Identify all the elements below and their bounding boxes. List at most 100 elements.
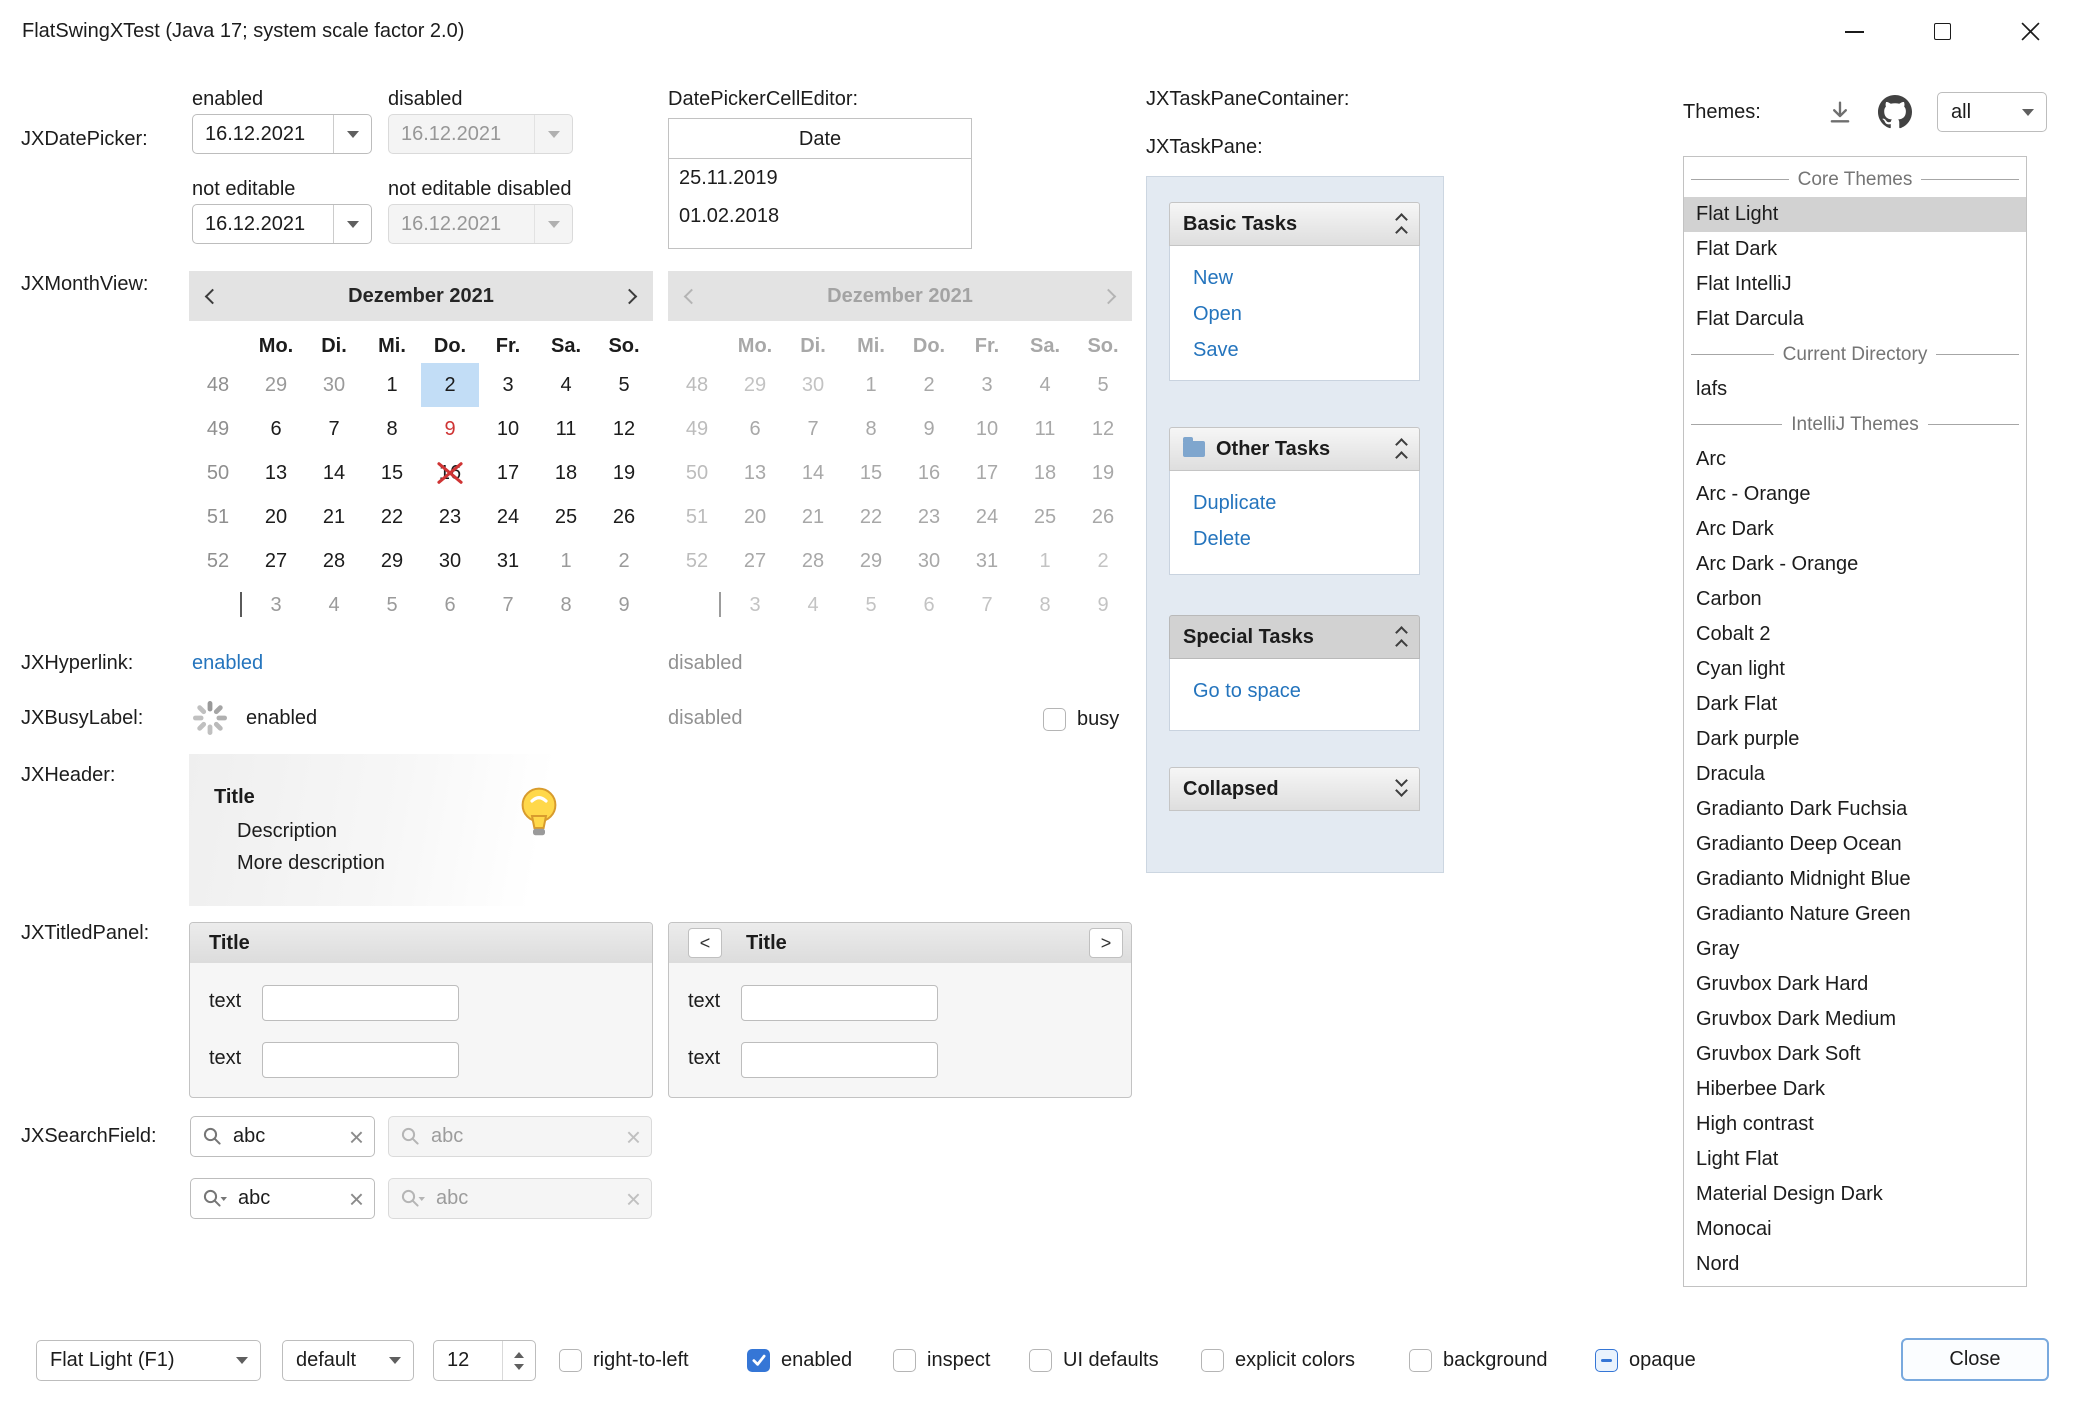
day-cell[interactable]: 29 (363, 539, 421, 583)
day-cell[interactable]: 6 (421, 583, 479, 627)
theme-item[interactable]: Dracula (1684, 757, 2026, 792)
day-cell[interactable]: 10 (479, 407, 537, 451)
checkbox-opaque[interactable]: opaque (1595, 1347, 1696, 1373)
theme-item[interactable]: Gradianto Dark Fuchsia (1684, 792, 2026, 827)
checkbox-right-to-left[interactable]: right-to-left (559, 1347, 689, 1373)
theme-item[interactable]: Gruvbox Dark Soft (1684, 1037, 2026, 1072)
day-cell[interactable]: 14 (305, 451, 363, 495)
checkbox-inspect[interactable]: inspect (893, 1347, 990, 1373)
theme-item[interactable]: Light Flat (1684, 1142, 2026, 1177)
theme-item[interactable]: Arc - Orange (1684, 477, 2026, 512)
expand-chevron-icon[interactable] (1397, 779, 1406, 799)
day-cell[interactable]: 3 (247, 583, 305, 627)
spinner-buttons[interactable] (502, 1341, 535, 1380)
checkbox-explicit-colors[interactable]: explicit colors (1201, 1347, 1355, 1373)
day-cell[interactable]: 22 (363, 495, 421, 539)
text-field[interactable] (741, 1042, 938, 1078)
checkbox-background[interactable]: background (1409, 1347, 1548, 1373)
theme-item[interactable]: Flat Dark (1684, 232, 2026, 267)
day-cell[interactable]: 4 (537, 363, 595, 407)
datepicker-dropdown-button[interactable] (333, 205, 371, 243)
theme-item[interactable]: Gruvbox Dark Hard (1684, 967, 2026, 1002)
clear-icon[interactable]: × (349, 1189, 364, 1209)
search-input[interactable]: abc (238, 1187, 339, 1210)
theme-item[interactable]: Arc (1684, 442, 2026, 477)
day-cell[interactable]: 30 (421, 539, 479, 583)
day-cell[interactable]: 26 (595, 495, 653, 539)
day-cell[interactable]: 27 (247, 539, 305, 583)
download-icon[interactable] (1826, 98, 1854, 126)
taskpane-header[interactable]: Special Tasks (1169, 615, 1420, 659)
day-cell[interactable]: 9 (595, 583, 653, 627)
hyperlink-enabled[interactable]: enabled (192, 650, 263, 677)
close-window-button[interactable] (1986, 0, 2074, 63)
day-cell[interactable]: 17 (479, 451, 537, 495)
prev-month-button[interactable] (207, 291, 218, 302)
table-row[interactable]: 25.11.2019 (669, 159, 971, 197)
search-input[interactable]: abc (233, 1125, 339, 1148)
theme-item[interactable]: Cobalt 2 (1684, 617, 2026, 652)
day-cell[interactable]: 7 (479, 583, 537, 627)
datepicker-enabled[interactable]: 16.12.2021 (192, 114, 372, 154)
theme-item[interactable]: Gradianto Deep Ocean (1684, 827, 2026, 862)
day-cell[interactable]: 2 (421, 363, 479, 407)
themes-filter-combobox[interactable]: all (1937, 92, 2047, 132)
day-cell[interactable]: 5 (363, 583, 421, 627)
day-cell[interactable]: 3 (479, 363, 537, 407)
font-combobox[interactable]: default (282, 1340, 414, 1381)
taskpane-link[interactable]: Delete (1193, 521, 1419, 557)
theme-item[interactable]: Dark Flat (1684, 687, 2026, 722)
theme-item[interactable]: Gradianto Midnight Blue (1684, 862, 2026, 897)
day-cell[interactable]: 31 (479, 539, 537, 583)
theme-item[interactable]: Cyan light (1684, 652, 2026, 687)
table-row[interactable]: 01.02.2018 (669, 197, 971, 235)
collapse-chevron-icon[interactable] (1397, 436, 1406, 462)
day-cell[interactable]: 30 (305, 363, 363, 407)
theme-item[interactable]: Monocai (1684, 1212, 2026, 1247)
font-size-spinner[interactable]: 12 (433, 1340, 536, 1381)
theme-item[interactable]: Material Design Dark (1684, 1177, 2026, 1212)
day-cell[interactable]: 8 (537, 583, 595, 627)
theme-item[interactable]: Hiberbee Dark (1684, 1072, 2026, 1107)
taskpane-link[interactable]: Duplicate (1193, 485, 1419, 521)
day-cell[interactable]: 2 (595, 539, 653, 583)
datepicker-dropdown-button[interactable] (333, 115, 371, 153)
checkbox-ui-defaults[interactable]: UI defaults (1029, 1347, 1159, 1373)
day-cell[interactable]: 15 (363, 451, 421, 495)
day-cell[interactable]: 24 (479, 495, 537, 539)
github-icon[interactable] (1878, 95, 1912, 129)
checkbox-busy[interactable]: busy (1043, 706, 1119, 732)
theme-item[interactable]: Flat Darcula (1684, 302, 2026, 337)
day-cell[interactable]: 9 (421, 407, 479, 451)
day-cell[interactable]: 16 (421, 451, 479, 495)
laf-combobox[interactable]: Flat Light (F1) (36, 1340, 261, 1381)
day-cell[interactable]: 23 (421, 495, 479, 539)
theme-item[interactable]: Flat IntelliJ (1684, 267, 2026, 302)
day-cell[interactable]: 28 (305, 539, 363, 583)
theme-item[interactable]: Gruvbox Dark Medium (1684, 1002, 2026, 1037)
search-field-with-menu[interactable]: abc × (190, 1178, 375, 1219)
theme-item[interactable]: Gradianto Nature Green (1684, 897, 2026, 932)
theme-item[interactable]: lafs (1684, 372, 2026, 407)
text-field[interactable] (741, 985, 938, 1021)
day-cell[interactable]: 1 (363, 363, 421, 407)
theme-item[interactable]: Gray (1684, 932, 2026, 967)
collapse-chevron-icon[interactable] (1397, 624, 1406, 650)
taskpane-header[interactable]: Collapsed (1169, 767, 1420, 811)
day-cell[interactable]: 1 (537, 539, 595, 583)
day-cell[interactable]: 19 (595, 451, 653, 495)
day-cell[interactable]: 20 (247, 495, 305, 539)
close-button[interactable]: Close (1901, 1338, 2049, 1381)
day-cell[interactable]: 18 (537, 451, 595, 495)
day-cell[interactable]: 11 (537, 407, 595, 451)
day-cell[interactable]: 6 (247, 407, 305, 451)
day-cell[interactable]: 7 (305, 407, 363, 451)
taskpane-header[interactable]: Other Tasks (1169, 427, 1420, 471)
day-cell[interactable]: 12 (595, 407, 653, 451)
taskpane-link[interactable]: New (1193, 260, 1419, 296)
right-header-button[interactable]: > (1089, 928, 1123, 958)
theme-item[interactable]: High contrast (1684, 1107, 2026, 1142)
day-cell[interactable]: 13 (247, 451, 305, 495)
clear-icon[interactable]: × (349, 1127, 364, 1147)
theme-item[interactable]: Flat Light (1684, 197, 2026, 232)
